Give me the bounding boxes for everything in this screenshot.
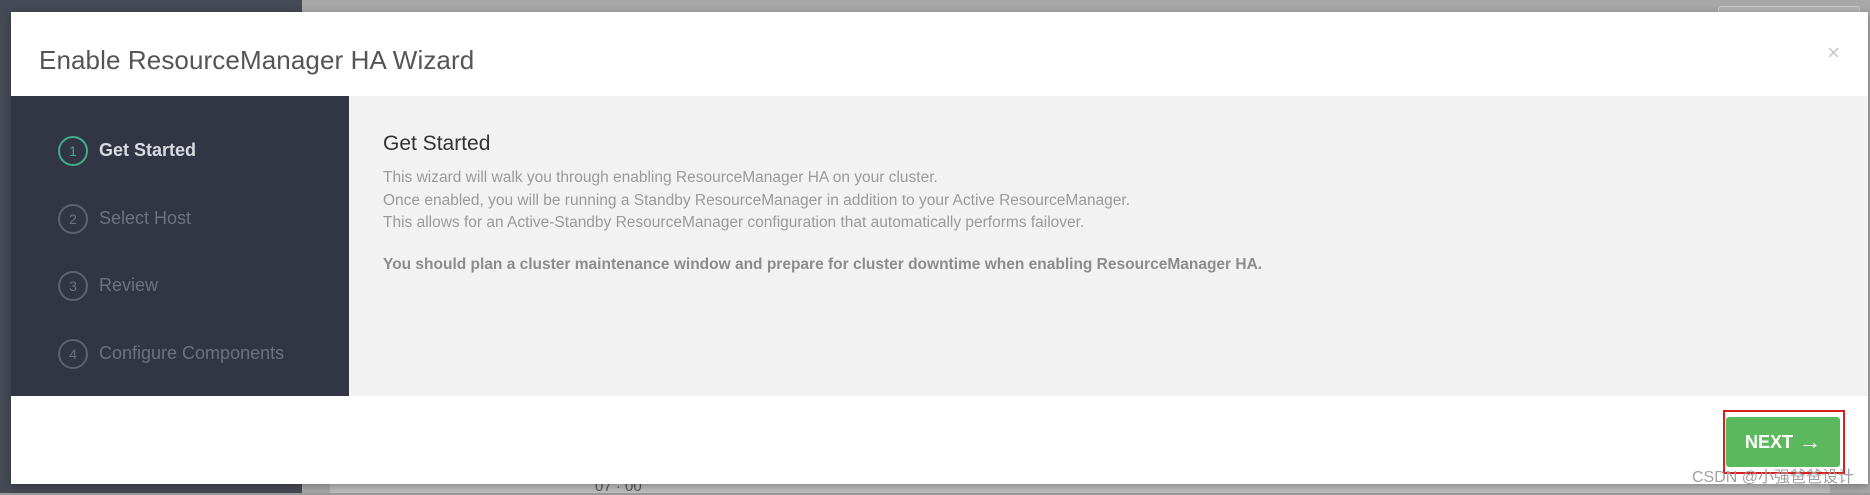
description-line: This allows for an Active-Standby Resour… [383,214,1085,231]
step-number-circle: 1 [58,136,88,166]
close-icon[interactable]: × [1827,40,1840,66]
next-button[interactable]: NEXT → [1726,417,1840,467]
step-number-circle: 3 [58,271,88,301]
background-bottom-strip [330,483,1830,493]
content-title: Get Started [383,132,491,155]
arrow-right-icon: → [1799,429,1821,454]
next-button-label: NEXT [1744,431,1793,452]
wizard-steps-sidebar: 1 Get Started 2 Select Host 3 Review 4 C… [11,96,349,396]
content-description: This wizard will walk you through enabli… [383,167,1130,235]
step-number-circle: 4 [58,339,88,369]
step-number-circle: 2 [58,204,88,234]
maintenance-warning: You should plan a cluster maintenance wi… [383,256,1263,273]
step-label: Review [99,275,159,295]
step-label: Get Started [99,140,197,160]
watermark: CSDN @小强爸爸设计 [1691,469,1854,486]
wizard-content: Get Started This wizard will walk you th… [349,96,1868,396]
modal-title: Enable ResourceManager HA Wizard [39,45,475,75]
description-line: Once enabled, you will be running a Stan… [383,191,1131,209]
modal-footer: NEXT → [11,396,1868,484]
step-label: Select Host [99,208,192,228]
wizard-modal: Enable ResourceManager HA Wizard × 1 Get… [11,12,1868,484]
modal-header: Enable ResourceManager HA Wizard × [11,12,1868,96]
step-label: Configure Components [99,343,285,363]
description-line: This wizard will walk you through enabli… [383,169,938,186]
